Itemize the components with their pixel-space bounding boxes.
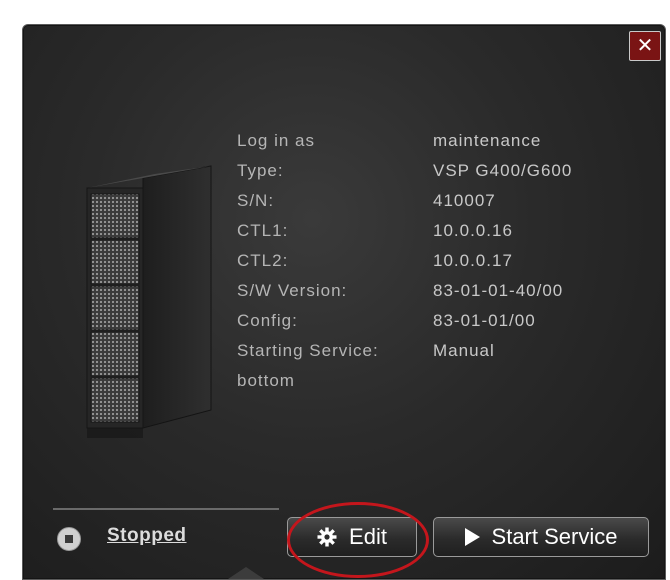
type-label: Type:: [237, 161, 284, 180]
play-icon: [464, 528, 480, 546]
login-label: Log in as: [237, 131, 315, 150]
edit-button[interactable]: Edit: [287, 517, 417, 557]
position-label: bottom: [237, 371, 295, 390]
sw-version-value: 83-01-01-40/00: [433, 281, 564, 300]
starting-service-value: Manual: [433, 341, 495, 360]
ctl2-value: 10.0.0.17: [433, 251, 513, 270]
serial-value: 410007: [433, 191, 496, 210]
starting-service-label: Starting Service:: [237, 341, 379, 360]
server-storage-icon: [86, 165, 212, 438]
status-link[interactable]: Stopped: [107, 525, 187, 547]
status-divider: [53, 508, 279, 510]
serial-label: S/N:: [237, 191, 275, 210]
service-dialog: ✕ Log in as maintenance Type: VSP G400/G…: [22, 24, 666, 580]
edit-label: Edit: [349, 524, 387, 549]
config-value: 83-01-01/00: [433, 311, 536, 330]
stop-status-icon: [57, 527, 81, 551]
start-service-button[interactable]: Start Service: [433, 517, 649, 557]
ctl1-label: CTL1:: [237, 221, 289, 240]
dialog-pointer: [228, 567, 264, 579]
sw-version-label: S/W Version:: [237, 281, 348, 300]
gear-icon: [317, 527, 337, 547]
config-label: Config:: [237, 311, 298, 330]
start-service-label: Start Service: [491, 524, 618, 549]
close-icon: ✕: [636, 33, 654, 57]
close-button[interactable]: ✕: [629, 31, 661, 61]
ctl1-value: 10.0.0.16: [433, 221, 513, 240]
login-value: maintenance: [433, 131, 542, 150]
ctl2-label: CTL2:: [237, 251, 289, 270]
type-value: VSP G400/G600: [433, 161, 573, 180]
